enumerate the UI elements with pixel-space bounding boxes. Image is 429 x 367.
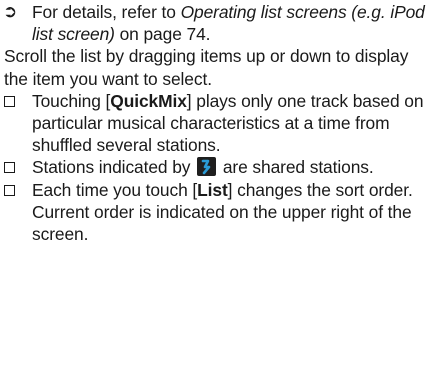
- checkbox-bullet-icon: [4, 95, 15, 107]
- reference-note: ➲ For details, refer to Operating list s…: [0, 1, 429, 45]
- list-key-label: List: [197, 179, 228, 200]
- arrow-right-icon: ➲: [3, 2, 18, 21]
- intro-paragraph: Scroll the list by dragging items up or …: [0, 45, 429, 89]
- checkbox-bullet-icon: [4, 184, 15, 196]
- shared-station-icon: [197, 157, 217, 177]
- quickmix-key-label: QuickMix: [110, 90, 187, 111]
- note-text-after: ] changes the sort order.: [227, 179, 413, 200]
- note-shared-stations: Stations indicated by are shared station…: [0, 156, 429, 178]
- note-quickmix: Touching [QuickMix] plays only one track…: [0, 90, 429, 157]
- note-list-sort: Each time you touch [List] changes the s…: [0, 179, 429, 246]
- intro-text: Scroll the list by dragging items up or …: [4, 46, 409, 89]
- reference-prefix: For details, refer to: [32, 2, 181, 22]
- reference-suffix: on page 74.: [114, 24, 211, 45]
- note-extra-text: Current order is indicated on the upper …: [32, 201, 412, 245]
- note-text-before: Touching [: [32, 90, 111, 111]
- note-text-before: Each time you touch [: [32, 179, 198, 200]
- manual-page: ➲ For details, refer to Operating list s…: [0, 0, 429, 367]
- note-text-before: Stations indicated by: [32, 157, 196, 178]
- checkbox-bullet-icon: [4, 162, 15, 174]
- note-text-after: are shared stations.: [218, 157, 374, 178]
